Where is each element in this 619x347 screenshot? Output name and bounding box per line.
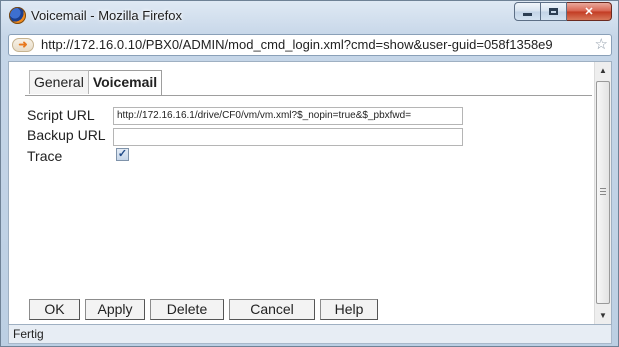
minimize-icon (523, 13, 532, 16)
checkmark-icon: ✓ (117, 148, 128, 160)
apply-button[interactable]: Apply (85, 299, 145, 320)
tab-voicemail[interactable]: Voicemail (88, 70, 163, 96)
script-url-input[interactable]: http://172.16.16.1/drive/CF0/vm/vm.xml?$… (113, 107, 463, 125)
script-url-label: Script URL (27, 107, 95, 123)
trace-checkbox[interactable]: ✓ (116, 148, 129, 161)
scrollbar-thumb[interactable] (596, 81, 610, 304)
cancel-button[interactable]: Cancel (229, 299, 315, 320)
tab-general[interactable]: General (29, 70, 89, 94)
close-button[interactable]: ✕ (567, 2, 612, 21)
minimize-button[interactable] (514, 2, 541, 21)
address-bar[interactable]: ➜ http://172.16.0.10/PBX0/ADMIN/mod_cmd_… (8, 34, 612, 56)
delete-button[interactable]: Delete (150, 299, 224, 320)
page-arrow-icon[interactable]: ➜ (12, 38, 34, 52)
window-title: Voicemail - Mozilla Firefox (31, 8, 182, 23)
page-content: General Voicemail Script URL http://172.… (8, 61, 612, 325)
vertical-scrollbar[interactable]: ▲ ▼ (594, 62, 611, 324)
backup-url-label: Backup URL (27, 127, 106, 143)
close-icon: ✕ (584, 6, 594, 18)
grip-icon (600, 188, 606, 195)
tab-divider (25, 95, 592, 96)
bookmark-star-icon[interactable]: ☆ (595, 36, 608, 54)
maximize-button[interactable] (541, 2, 567, 21)
help-button[interactable]: Help (320, 299, 378, 320)
scroll-up-arrow-icon[interactable]: ▲ (595, 62, 611, 79)
button-bar: OK Apply Delete Cancel Help (29, 299, 383, 320)
status-bar: Fertig (8, 325, 612, 344)
ok-button[interactable]: OK (29, 299, 80, 320)
title-bar[interactable]: Voicemail - Mozilla Firefox ✕ (1, 1, 618, 31)
trace-label: Trace (27, 148, 63, 164)
status-text: Fertig (13, 327, 44, 341)
backup-url-input[interactable] (113, 128, 463, 146)
scroll-down-arrow-icon[interactable]: ▼ (595, 307, 611, 324)
window-controls: ✕ (514, 2, 612, 22)
address-url[interactable]: http://172.16.0.10/PBX0/ADMIN/mod_cmd_lo… (41, 37, 591, 52)
browser-window: Voicemail - Mozilla Firefox ✕ ➜ http://1… (0, 0, 619, 347)
firefox-icon (9, 7, 26, 24)
maximize-icon (549, 8, 558, 15)
tab-strip: General Voicemail (29, 70, 163, 96)
